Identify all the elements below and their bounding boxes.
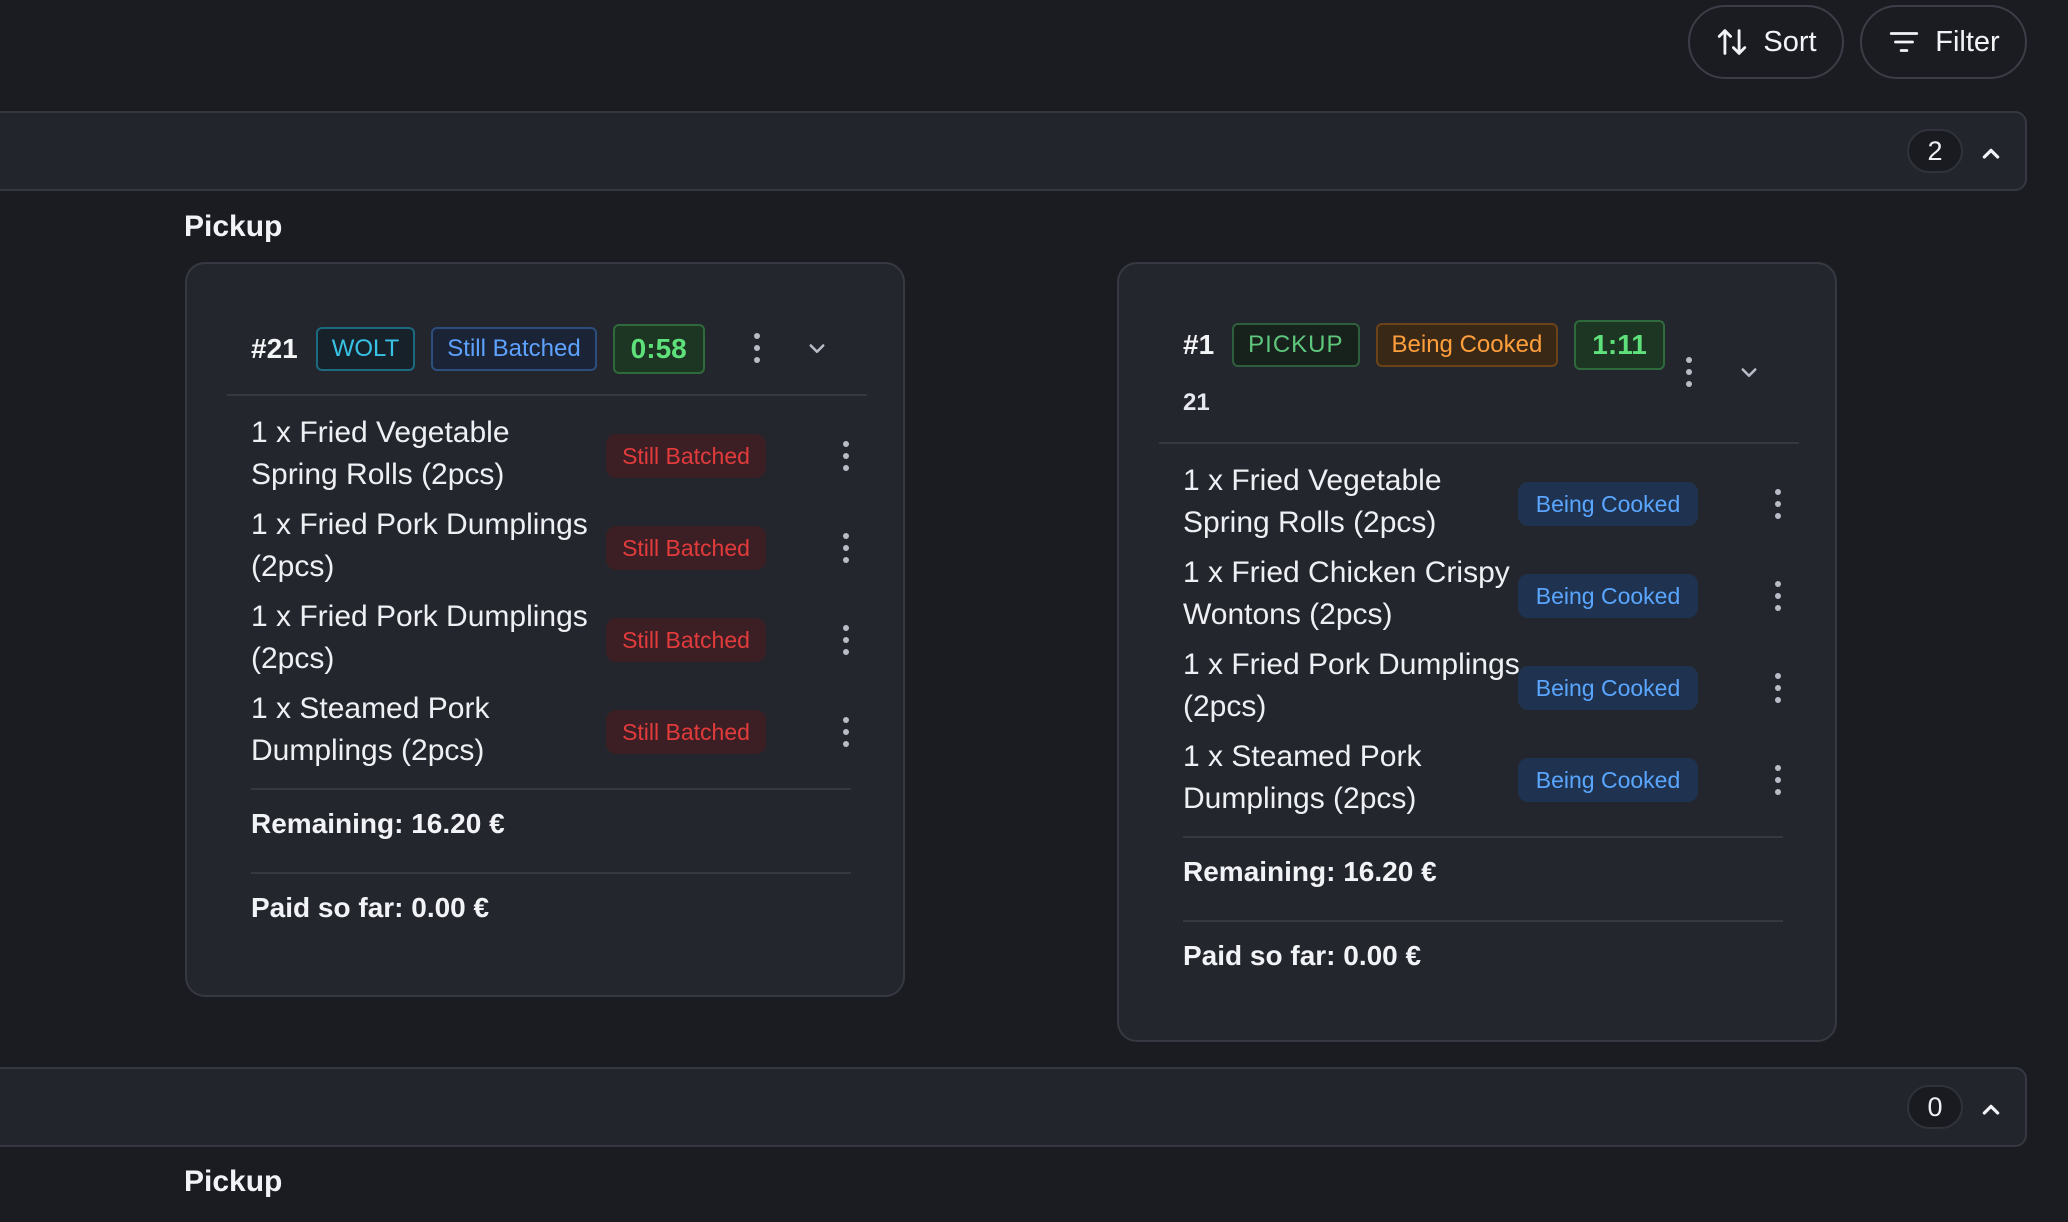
kebab-menu-icon (843, 441, 849, 471)
group-count-badge: 0 (1907, 1085, 1963, 1129)
order-item: 1 x Fried Pork Dumplings (2pcs) Being Co… (1183, 644, 1803, 734)
order-item: 1 x Fried Vegetable Spring Rolls (2pcs) … (1183, 460, 1803, 550)
remaining-amount: Remaining: 16.20 € (251, 808, 505, 839)
chevron-down-icon (1741, 368, 1757, 377)
item-name: 1 x Fried Vegetable Spring Rolls (2pcs) (1183, 464, 1442, 539)
collapse-group-button[interactable] (1975, 1093, 2007, 1125)
item-name: 1 x Fried Vegetable Spring Rolls (2pcs) (251, 416, 510, 491)
filter-label: Filter (1935, 25, 2000, 58)
order-item: 1 x Steamed Pork Dumplings (2pcs) Still … (251, 688, 871, 778)
source-badge: WOLT (315, 327, 416, 371)
order-item: 1 x Fried Pork Dumplings (2pcs) Still Ba… (251, 596, 871, 686)
item-name: 1 x Fried Chicken Crispy Wontons (2pcs) (1183, 556, 1510, 631)
expand-order-button[interactable] (1734, 357, 1764, 387)
item-status-badge: Being Cooked (1518, 482, 1698, 526)
order-item: 1 x Fried Chicken Crispy Wontons (2pcs) … (1183, 552, 1803, 642)
paid-amount: Paid so far: 0.00 € (1183, 940, 1422, 971)
item-status-badge: Being Cooked (1518, 666, 1698, 710)
sort-label: Sort (1763, 25, 1817, 58)
remaining-amount: Remaining: 16.20 € (1183, 856, 1437, 887)
order-status-badge: Still Batched (431, 327, 597, 371)
header-divider (227, 394, 867, 396)
kebab-menu-icon (843, 717, 849, 747)
expand-order-button[interactable] (802, 333, 832, 363)
order-timer: 1:11 (1574, 320, 1665, 370)
item-name: 1 x Fried Pork Dumplings (2pcs) (1183, 648, 1520, 723)
order-header: #21 WOLT Still Batched 0:58 (251, 324, 705, 374)
item-menu-button[interactable] (1763, 758, 1793, 802)
item-menu-button[interactable] (1763, 482, 1793, 526)
kebab-menu-icon (754, 333, 760, 363)
item-status-badge: Still Batched (606, 618, 766, 662)
section-title: Pickup (184, 1165, 283, 1198)
collapse-group-button[interactable] (1975, 137, 2007, 169)
item-name: 1 x Steamed Pork Dumplings (2pcs) (1183, 740, 1422, 815)
item-menu-button[interactable] (831, 434, 861, 478)
order-status-badge: Being Cooked (1375, 323, 1559, 367)
chevron-up-icon (1982, 1104, 2000, 1115)
order-timer: 0:58 (612, 324, 705, 374)
order-header: #1 PICKUP Being Cooked 1:11 (1183, 320, 1665, 370)
item-name: 1 x Fried Pork Dumplings (2pcs) (251, 600, 588, 675)
item-menu-button[interactable] (1763, 574, 1793, 618)
order-card[interactable]: #1 PICKUP Being Cooked 1:11 21 1 x Fried… (1117, 262, 1837, 1042)
order-item: 1 x Fried Pork Dumplings (2pcs) Still Ba… (251, 504, 871, 594)
header-divider (1159, 442, 1799, 444)
kebab-menu-icon (843, 533, 849, 563)
item-menu-button[interactable] (831, 526, 861, 570)
order-number: #1 (1183, 329, 1215, 360)
kebab-menu-icon (1775, 489, 1781, 519)
kebab-menu-icon (1775, 673, 1781, 703)
order-menu-button[interactable] (1674, 350, 1704, 394)
order-item: 1 x Steamed Pork Dumplings (2pcs) Being … (1183, 736, 1803, 826)
order-subnumber: 21 (1183, 389, 1210, 416)
sort-button[interactable]: Sort (1688, 5, 1844, 79)
sort-arrows-icon (1718, 29, 1747, 55)
order-group-header[interactable]: 0 (0, 1067, 2027, 1147)
item-name: 1 x Steamed Pork Dumplings (2pcs) (251, 692, 490, 767)
section-title: Pickup (184, 210, 283, 243)
item-status-badge: Still Batched (606, 710, 766, 754)
order-item: 1 x Fried Vegetable Spring Rolls (2pcs) … (251, 412, 871, 502)
item-status-badge: Being Cooked (1518, 758, 1698, 802)
items-divider (1183, 836, 1783, 838)
order-group-header[interactable]: 2 (0, 111, 2027, 191)
paid-amount: Paid so far: 0.00 € (251, 892, 490, 923)
item-status-badge: Still Batched (606, 526, 766, 570)
summary-divider (251, 872, 851, 874)
order-card[interactable]: #21 WOLT Still Batched 0:58 1 x Fried Ve… (185, 262, 905, 997)
item-name: 1 x Fried Pork Dumplings (2pcs) (251, 508, 588, 583)
kebab-menu-icon (1775, 765, 1781, 795)
chevron-up-icon (1982, 148, 2000, 159)
item-status-badge: Being Cooked (1518, 574, 1698, 618)
kebab-menu-icon (1775, 581, 1781, 611)
kebab-menu-icon (1686, 357, 1692, 387)
source-badge: PICKUP (1232, 323, 1360, 367)
filter-button[interactable]: Filter (1860, 5, 2027, 79)
item-menu-button[interactable] (831, 710, 861, 754)
group-count-badge: 2 (1907, 129, 1963, 173)
item-status-badge: Still Batched (606, 434, 766, 478)
item-menu-button[interactable] (1763, 666, 1793, 710)
order-menu-button[interactable] (742, 326, 772, 370)
chevron-down-icon (809, 344, 825, 353)
orders-page: Sort Filter 2 Pickup #21 WOLT Still Batc… (0, 0, 2068, 1222)
order-number: #21 (251, 333, 298, 364)
summary-divider (1183, 920, 1783, 922)
kebab-menu-icon (843, 625, 849, 655)
item-menu-button[interactable] (831, 618, 861, 662)
items-divider (251, 788, 851, 790)
filter-lines-icon (1890, 32, 1919, 52)
